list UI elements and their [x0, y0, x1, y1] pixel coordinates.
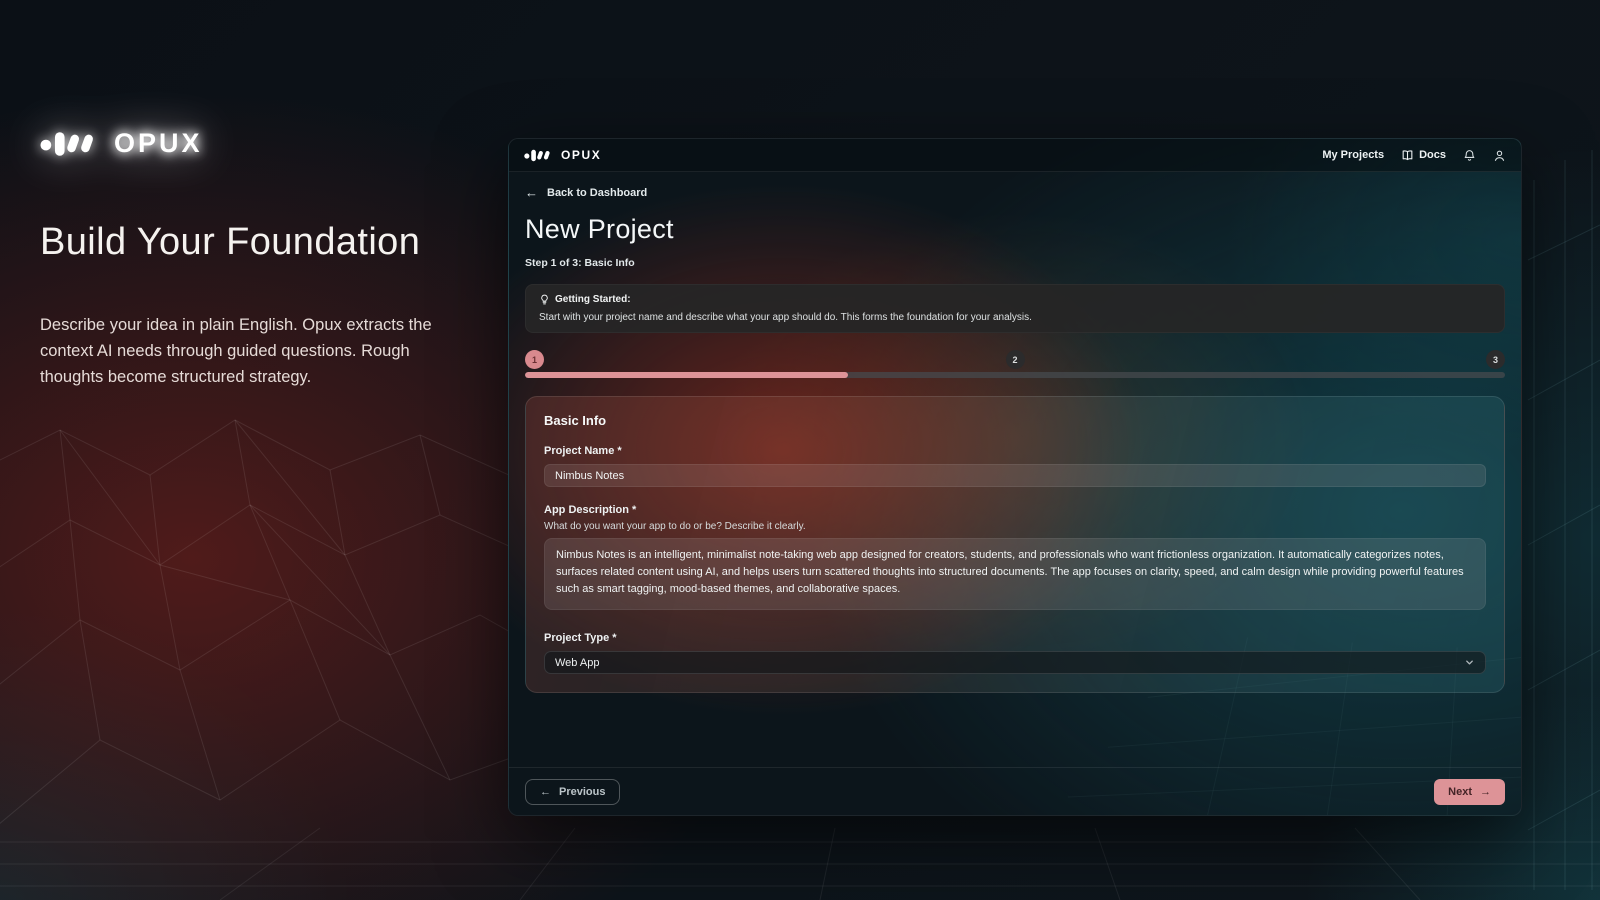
arrow-left-icon: ← [540, 786, 551, 798]
arrow-left-icon: ← [525, 186, 538, 199]
opux-waveform-icon [40, 131, 102, 157]
nav-my-projects-label: My Projects [1322, 149, 1384, 161]
book-icon [1401, 149, 1414, 162]
notifications-button[interactable] [1463, 149, 1476, 162]
callout-title-row: Getting Started: [539, 294, 1491, 305]
app-window: OPUX My Projects Docs [508, 138, 1522, 816]
page-background: OPUX Build Your Foundation Describe your… [0, 0, 1600, 900]
wizard-footer: ← Previous Next → [509, 767, 1521, 815]
progress-bar-fill [525, 372, 848, 378]
step-2-circle[interactable]: 2 [1006, 350, 1025, 369]
project-name-label: Project Name * [544, 445, 1486, 457]
navbar-actions: My Projects Docs [1322, 149, 1506, 162]
navbar-logo-text: OPUX [561, 148, 601, 162]
next-button[interactable]: Next → [1434, 779, 1505, 805]
opux-waveform-icon [524, 149, 554, 162]
step-circles-row: 1 2 3 [525, 350, 1505, 369]
panel-description: Describe your idea in plain English. Opu… [40, 312, 472, 390]
opux-logo: OPUX [40, 128, 490, 159]
navbar-logo[interactable]: OPUX [524, 148, 601, 162]
wizard-content: ← Back to Dashboard New Project Step 1 o… [509, 172, 1521, 767]
nav-my-projects-link[interactable]: My Projects [1322, 149, 1384, 161]
callout-title: Getting Started: [555, 294, 631, 305]
project-type-selected-value: Web App [555, 657, 599, 669]
basic-info-card: Basic Info Project Name * App Descriptio… [525, 396, 1505, 693]
step-3-circle[interactable]: 3 [1486, 350, 1505, 369]
callout-body: Start with your project name and describ… [539, 312, 1491, 323]
nav-docs-label: Docs [1419, 149, 1446, 161]
nav-docs-link[interactable]: Docs [1401, 149, 1446, 162]
project-type-select[interactable]: Web App [544, 651, 1486, 674]
progress-bar [525, 372, 1505, 378]
next-button-label: Next [1448, 786, 1472, 798]
arrow-right-icon: → [1480, 786, 1491, 798]
page-title: New Project [525, 214, 1505, 245]
chevron-down-icon [1464, 657, 1475, 668]
project-type-label: Project Type * [544, 632, 1486, 644]
step-indicator-label: Step 1 of 3: Basic Info [525, 257, 1505, 269]
app-description-hint: What do you want your app to do or be? D… [544, 521, 1486, 532]
account-button[interactable] [1493, 149, 1506, 162]
marketing-panel: OPUX Build Your Foundation Describe your… [40, 128, 490, 390]
previous-button-label: Previous [559, 786, 605, 798]
previous-button[interactable]: ← Previous [525, 779, 620, 805]
app-description-textarea[interactable]: Nimbus Notes is an intelligent, minimali… [544, 538, 1486, 610]
back-to-dashboard-link[interactable]: ← Back to Dashboard [525, 186, 1505, 199]
opux-logo-text: OPUX [114, 128, 203, 159]
app-description-label: App Description * [544, 504, 1486, 516]
step-1-circle[interactable]: 1 [525, 350, 544, 369]
card-title: Basic Info [544, 413, 1486, 428]
project-name-input[interactable] [544, 464, 1486, 487]
panel-heading: Build Your Foundation [40, 221, 490, 264]
user-icon [1493, 149, 1506, 162]
bell-icon [1463, 149, 1476, 162]
app-navbar: OPUX My Projects Docs [509, 139, 1521, 172]
getting-started-callout: Getting Started: Start with your project… [525, 284, 1505, 333]
back-to-dashboard-label: Back to Dashboard [547, 187, 647, 199]
lightbulb-icon [539, 294, 550, 305]
